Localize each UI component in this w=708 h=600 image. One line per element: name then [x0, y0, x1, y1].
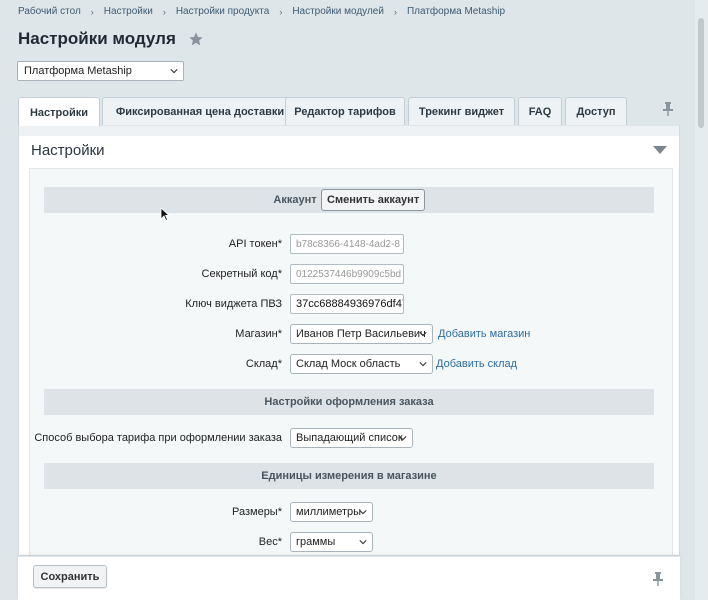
add-store-link[interactable]: Добавить магазин	[438, 328, 530, 340]
tab-settings[interactable]: Настройки	[18, 97, 100, 127]
scrollbar[interactable]	[695, 0, 708, 600]
breadcrumb-separator-icon: ›	[162, 6, 166, 17]
collapse-icon[interactable]	[653, 146, 667, 154]
chevron-down-icon	[359, 540, 367, 545]
section-header-account-label: Аккаунт	[273, 194, 317, 206]
chevron-down-icon	[170, 69, 178, 74]
dimensions-select-value: миллиметры	[296, 506, 362, 518]
breadcrumb-separator-icon: ›	[393, 6, 397, 17]
breadcrumb-separator-icon: ›	[90, 6, 94, 17]
weight-label: Вес*	[258, 536, 282, 548]
panel-top-strip	[19, 126, 679, 136]
api-token-label: API токен*	[228, 238, 282, 250]
tab-tracking-widget[interactable]: Трекинг виджет	[408, 97, 515, 125]
breadcrumb-item-module-settings[interactable]: Настройки модулей	[292, 6, 384, 17]
footer-bar: Сохранить	[18, 556, 680, 600]
breadcrumb: Рабочий стол › Настройки › Настройки про…	[18, 6, 505, 17]
store-label: Магазин*	[235, 328, 282, 340]
api-token-field[interactable]: b78c8366-4148-4ad2-8	[290, 234, 404, 254]
secret-code-field[interactable]: 0122537446b9909c5bd	[290, 264, 404, 284]
dimensions-select[interactable]: миллиметры	[290, 502, 373, 522]
change-account-button[interactable]: Сменить аккаунт	[321, 189, 426, 211]
widget-key-field[interactable]: 37cc68884936976df476	[290, 294, 404, 314]
breadcrumb-item-desktop[interactable]: Рабочий стол	[18, 6, 81, 17]
pin-icon[interactable]	[652, 572, 664, 586]
settings-panel: Настройки Аккаунт Сменить аккаунт API то…	[18, 126, 680, 556]
chevron-down-icon	[399, 436, 407, 441]
tariff-method-label: Способ выбора тарифа при оформлении зака…	[34, 432, 282, 444]
module-select-value: Платформа Metaship	[24, 65, 132, 77]
warehouse-label: Склад*	[245, 358, 282, 370]
warehouse-select-value: Склад Моск область	[296, 358, 401, 370]
dimensions-label: Размеры*	[232, 506, 282, 518]
store-select[interactable]: Иванов Петр Васильевич	[290, 324, 433, 344]
widget-key-label: Ключ виджета ПВЗ	[185, 298, 282, 310]
weight-select-value: граммы	[296, 536, 336, 548]
settings-form: Аккаунт Сменить аккаунт API токен* b78c8…	[29, 168, 673, 555]
tariff-method-select-value: Выпадающий список	[296, 432, 403, 444]
chevron-down-icon	[419, 332, 427, 337]
chevron-down-icon	[419, 362, 427, 367]
chevron-down-icon	[359, 510, 367, 515]
module-select[interactable]: Платформа Metaship	[17, 61, 184, 81]
add-warehouse-link[interactable]: Добавить склад	[436, 358, 517, 370]
page-title: Настройки модуля	[18, 29, 176, 48]
star-icon[interactable]	[188, 31, 204, 47]
breadcrumb-separator-icon: ›	[279, 6, 283, 17]
scrollbar-thumb[interactable]	[698, 18, 704, 128]
section-header-order-settings: Настройки оформления заказа	[44, 389, 654, 415]
store-select-value: Иванов Петр Васильевич	[296, 328, 426, 340]
section-header-units: Единицы измерения в магазине	[44, 463, 654, 489]
breadcrumb-item-metaship[interactable]: Платформа Metaship	[407, 6, 505, 17]
weight-select[interactable]: граммы	[290, 532, 373, 552]
tariff-method-select[interactable]: Выпадающий список	[290, 428, 413, 448]
secret-code-label: Секретный код*	[201, 268, 282, 280]
tab-access[interactable]: Доступ	[565, 97, 627, 125]
tab-tariff-editor[interactable]: Редактор тарифов	[285, 97, 405, 125]
pin-icon[interactable]	[662, 102, 674, 116]
panel-title: Настройки	[31, 142, 105, 159]
cursor-icon	[160, 207, 170, 221]
breadcrumb-item-product-settings[interactable]: Настройки продукта	[176, 6, 269, 17]
warehouse-select[interactable]: Склад Моск область	[290, 354, 433, 374]
breadcrumb-item-settings[interactable]: Настройки	[104, 6, 153, 17]
tab-faq[interactable]: FAQ	[518, 97, 562, 125]
save-button[interactable]: Сохранить	[33, 565, 107, 588]
tab-fixed-delivery-price[interactable]: Фиксированная цена доставки	[102, 97, 298, 125]
